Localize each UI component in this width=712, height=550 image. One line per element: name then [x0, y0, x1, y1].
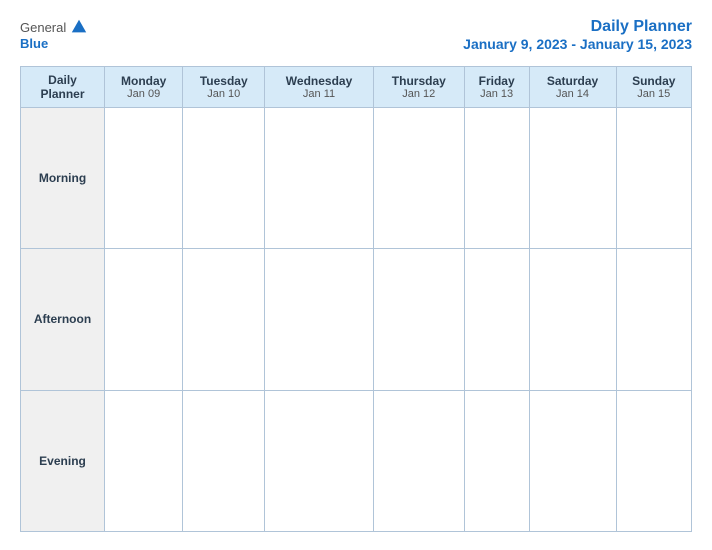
cell-thursday-morning[interactable] — [373, 108, 464, 249]
label-morning: Morning — [21, 108, 105, 249]
cell-saturday-evening[interactable] — [529, 390, 616, 531]
cell-saturday-afternoon[interactable] — [529, 249, 616, 390]
table-header: Daily Planner Monday Jan 09 Tuesday Jan … — [21, 67, 692, 108]
cell-wednesday-morning[interactable] — [265, 108, 374, 249]
header-friday: Friday Jan 13 — [464, 67, 529, 108]
cell-tuesday-morning[interactable] — [183, 108, 265, 249]
cell-thursday-afternoon[interactable] — [373, 249, 464, 390]
header-row: Daily Planner Monday Jan 09 Tuesday Jan … — [21, 67, 692, 108]
cell-friday-evening[interactable] — [464, 390, 529, 531]
cell-saturday-morning[interactable] — [529, 108, 616, 249]
page-header: General Blue Daily Planner January 9, 20… — [20, 18, 692, 52]
cell-wednesday-evening[interactable] — [265, 390, 374, 531]
planner-title: Daily Planner — [463, 18, 692, 36]
cell-thursday-evening[interactable] — [373, 390, 464, 531]
title-area: Daily Planner January 9, 2023 - January … — [463, 18, 692, 52]
cell-monday-morning[interactable] — [105, 108, 183, 249]
header-wednesday: Wednesday Jan 11 — [265, 67, 374, 108]
planner-date-range: January 9, 2023 - January 15, 2023 — [463, 36, 692, 52]
row-afternoon: Afternoon — [21, 249, 692, 390]
table-body: Morning Afternoon Evening — [21, 108, 692, 532]
cell-sunday-evening[interactable] — [616, 390, 691, 531]
header-daily-planner: Daily Planner — [21, 67, 105, 108]
logo-area: General Blue — [20, 18, 88, 51]
logo: General — [20, 18, 88, 36]
cell-friday-morning[interactable] — [464, 108, 529, 249]
header-monday: Monday Jan 09 — [105, 67, 183, 108]
row-evening: Evening — [21, 390, 692, 531]
logo-blue-text: Blue — [20, 36, 48, 51]
label-evening: Evening — [21, 390, 105, 531]
header-saturday: Saturday Jan 14 — [529, 67, 616, 108]
header-tuesday: Tuesday Jan 10 — [183, 67, 265, 108]
logo-icon — [70, 18, 88, 36]
logo-general-text: General — [20, 20, 66, 35]
header-sunday: Sunday Jan 15 — [616, 67, 691, 108]
cell-monday-evening[interactable] — [105, 390, 183, 531]
cell-tuesday-evening[interactable] — [183, 390, 265, 531]
cell-sunday-afternoon[interactable] — [616, 249, 691, 390]
cell-friday-afternoon[interactable] — [464, 249, 529, 390]
planner-table: Daily Planner Monday Jan 09 Tuesday Jan … — [20, 66, 692, 532]
cell-monday-afternoon[interactable] — [105, 249, 183, 390]
cell-tuesday-afternoon[interactable] — [183, 249, 265, 390]
cell-wednesday-afternoon[interactable] — [265, 249, 374, 390]
row-morning: Morning — [21, 108, 692, 249]
label-afternoon: Afternoon — [21, 249, 105, 390]
cell-sunday-morning[interactable] — [616, 108, 691, 249]
header-thursday: Thursday Jan 12 — [373, 67, 464, 108]
